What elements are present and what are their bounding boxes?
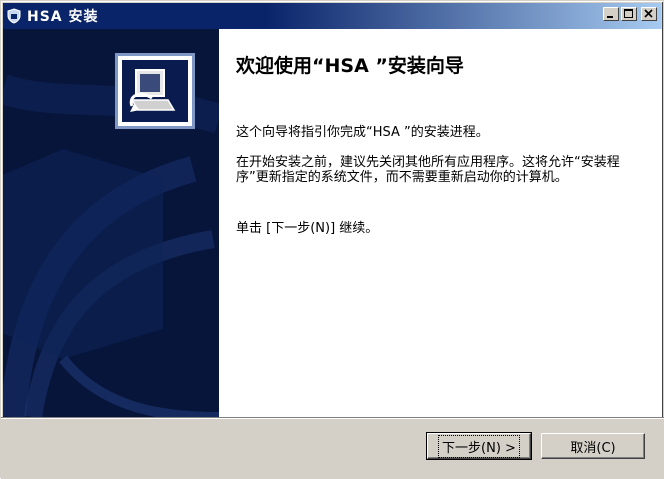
maximize-button[interactable] <box>621 7 637 21</box>
welcome-sidebar-banner <box>3 29 219 417</box>
installer-computer-icon <box>129 69 176 112</box>
close-apps-text: 在开始安装之前，建议先关闭其他所有应用程序。这将允许“安装程序”更新指定的系统文… <box>236 155 620 185</box>
next-button-label: 下一步(N) > <box>438 434 520 458</box>
close-button[interactable] <box>641 7 657 21</box>
window-title: HSA 安装 <box>27 9 99 25</box>
intro-text: 这个向导将指引你完成“HSA ”的安装进程。 <box>236 125 489 140</box>
installer-logo <box>122 60 188 122</box>
next-button[interactable]: 下一步(N) > <box>426 432 532 460</box>
title-buttons <box>603 7 657 21</box>
installer-shield-icon <box>7 8 21 24</box>
minimize-icon <box>607 16 613 18</box>
cancel-button-label: 取消(C) <box>570 440 616 456</box>
continue-instruction: 单击 [下一步(N)] 继续。 <box>236 221 379 236</box>
close-icon <box>644 9 653 18</box>
button-bar: 下一步(N) > 取消(C) <box>1 419 664 479</box>
logo-box <box>115 53 195 129</box>
title-bar[interactable]: HSA 安装 <box>3 3 661 29</box>
welcome-heading: 欢迎使用“HSA ”安装向导 <box>236 55 464 77</box>
cancel-button[interactable]: 取消(C) <box>541 433 645 459</box>
maximize-icon <box>624 9 633 18</box>
content-panel: 欢迎使用“HSA ”安装向导 这个向导将指引你完成“HSA ”的安装进程。 在开… <box>219 29 662 417</box>
installer-window: HSA 安装 欢迎使用“HSA ”安装向导 这个向导将指引你完成“HSA ”的安… <box>0 0 664 479</box>
minimize-button[interactable] <box>603 7 619 21</box>
